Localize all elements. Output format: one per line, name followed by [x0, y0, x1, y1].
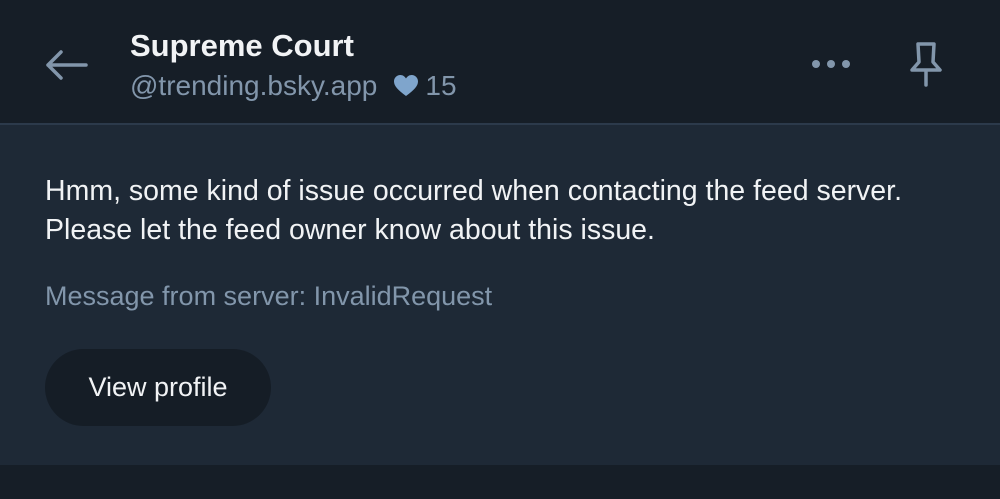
- server-message: Message from server: InvalidRequest: [45, 281, 493, 311]
- view-profile-button[interactable]: View profile: [45, 349, 271, 426]
- error-message: Hmm, some kind of issue occurred when co…: [45, 175, 902, 246]
- footer-strip: [0, 465, 1000, 499]
- feed-error-panel: Hmm, some kind of issue occurred when co…: [0, 125, 1000, 465]
- ellipsis-icon: [809, 57, 853, 75]
- back-button[interactable]: [40, 44, 92, 90]
- pin-icon: [906, 40, 946, 93]
- pin-feed-button[interactable]: [900, 40, 952, 92]
- feed-meta: @trending.bsky.app 15: [130, 68, 457, 104]
- feed-title: Supreme Court: [130, 28, 354, 63]
- feed-handle[interactable]: @trending.bsky.app: [130, 70, 377, 102]
- like-count: 15: [425, 70, 457, 101]
- heart-icon: [393, 74, 419, 98]
- feed-header: Supreme Court @trending.bsky.app 15: [0, 0, 1000, 125]
- more-options-button[interactable]: [805, 48, 857, 84]
- arrow-left-icon: [44, 49, 88, 86]
